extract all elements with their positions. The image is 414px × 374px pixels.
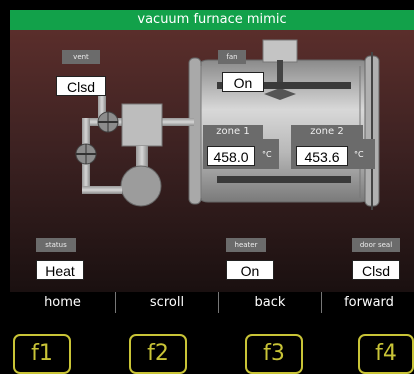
heater-bar-lower <box>217 176 351 183</box>
nav-bar: home scroll back forward <box>10 292 414 313</box>
vent-value: Clsd <box>56 76 106 96</box>
forward-button[interactable]: forward <box>322 292 414 313</box>
title-bar: vacuum furnace mimic <box>10 10 414 30</box>
roughing-pump <box>120 165 162 207</box>
f4-key[interactable]: f4 <box>358 334 414 374</box>
zone2-label: zone 2 <box>291 125 363 139</box>
home-button[interactable]: home <box>10 292 116 313</box>
fan-motor <box>262 39 298 63</box>
status-value: Heat <box>36 260 84 280</box>
door-seal-value: Clsd <box>352 260 400 280</box>
fan-value: On <box>222 72 264 92</box>
status-label: status <box>36 238 76 252</box>
door-seal-label: door seal <box>352 238 400 252</box>
zone1-temp: 458.0 <box>207 146 255 166</box>
back-button[interactable]: back <box>219 292 322 313</box>
page-title: vacuum furnace mimic <box>137 12 287 27</box>
zone2-temp: 453.6 <box>296 146 348 166</box>
mimic-panel: vent Clsd fan On zone 1 458.0 °C zone 2 … <box>10 30 414 292</box>
f1-key[interactable]: f1 <box>13 334 71 374</box>
scroll-button[interactable]: scroll <box>116 292 219 313</box>
f2-key[interactable]: f2 <box>129 334 187 374</box>
fan-label: fan <box>218 50 246 64</box>
hmi-screen: vacuum furnace mimic vent Clsd fan On zo… <box>0 0 414 374</box>
f3-key[interactable]: f3 <box>245 334 303 374</box>
vent-valve-icon <box>97 111 119 133</box>
isolation-valve-icon <box>75 143 97 165</box>
zone2-unit: °C <box>354 150 364 159</box>
vessel-door-left <box>188 57 202 205</box>
vent-label: vent <box>62 50 100 64</box>
diffusion-pump <box>121 103 163 147</box>
heater-value: On <box>226 260 274 280</box>
zone1-unit: °C <box>262 150 272 159</box>
zone1-label: zone 1 <box>203 125 263 139</box>
heater-label: heater <box>226 238 266 252</box>
function-keys: f1 f2 f3 f4 <box>0 313 414 374</box>
